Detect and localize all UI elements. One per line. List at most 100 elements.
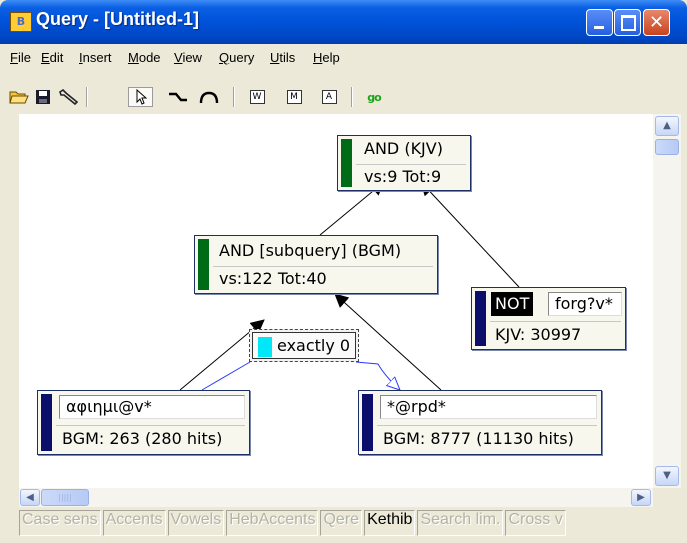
word-box-icon: W	[249, 90, 265, 104]
toolbar-separator	[233, 87, 235, 107]
not-term-field[interactable]: forg?v*	[548, 292, 622, 316]
maximize-button[interactable]	[614, 9, 641, 36]
scroll-left-button[interactable]: ◀	[20, 489, 40, 506]
menu-mode[interactable]: Mode	[128, 50, 161, 65]
vertical-scrollbar[interactable]: ▲ ▼	[653, 114, 681, 488]
menu-help[interactable]: Help	[313, 50, 340, 65]
horizontal-scrollbar[interactable]: ◀ ||||| ▶	[19, 488, 653, 507]
scroll-down-button[interactable]: ▼	[655, 466, 679, 486]
scroll-up-icon: ▲	[663, 120, 671, 131]
node-color-bar	[362, 394, 373, 451]
node-divider	[213, 266, 433, 267]
scroll-grip-icon: |||||	[58, 493, 72, 502]
status-search-limit[interactable]: Search lim.	[417, 510, 504, 536]
arc-link-icon	[199, 91, 219, 104]
word-term-field-right[interactable]: *@rpd*	[380, 395, 597, 419]
menu-view-label: iew	[182, 50, 202, 65]
node-color-bar	[41, 394, 52, 451]
node-color-bar	[475, 291, 486, 346]
arc-link-button[interactable]	[197, 87, 221, 107]
subquery-and-node[interactable]: AND [subquery] (BGM) vs:122 Tot:40	[194, 235, 438, 294]
not-word-node[interactable]: NOT forg?v* KJV: 30997	[471, 287, 626, 350]
minimize-icon	[594, 26, 604, 29]
proximity-color-swatch	[258, 337, 272, 357]
close-button[interactable]: ✕	[643, 9, 670, 36]
settings-button[interactable]	[57, 87, 81, 107]
vertical-scroll-thumb[interactable]	[655, 139, 679, 155]
root-node-stats: vs:9 Tot:9	[364, 167, 442, 186]
root-node-label: AND (KJV)	[364, 139, 443, 158]
menu-insert[interactable]: Insert	[79, 50, 112, 65]
open-button[interactable]	[8, 87, 30, 107]
maximize-icon	[621, 15, 636, 31]
horizontal-scroll-thumb[interactable]: |||||	[41, 489, 89, 506]
word-term-field-left[interactable]: αφιημι@v*	[59, 395, 245, 419]
scrollbar-corner	[653, 488, 681, 507]
status-accents[interactable]: Accents	[102, 510, 166, 536]
run-query-button[interactable]: go	[362, 87, 386, 107]
and-box-icon: A	[321, 90, 337, 104]
scroll-right-icon: ▶	[637, 492, 645, 503]
toolbar: W M A go	[0, 80, 687, 114]
status-bar: Case sens Accents Vowels HebAccents Qere Keth…	[19, 510, 687, 540]
and-node-button[interactable]: A	[318, 87, 340, 107]
pointer-arrow-icon	[136, 89, 147, 105]
status-qere[interactable]: Qere	[320, 510, 363, 536]
root-and-node[interactable]: AND (KJV) vs:9 Tot:9	[337, 135, 471, 191]
menu-help-accel: H	[313, 50, 323, 65]
save-button[interactable]	[33, 87, 53, 107]
title-bar[interactable]: B Query - [Untitled-1] ✕	[0, 0, 687, 44]
status-kethib[interactable]: Kethib	[364, 510, 416, 536]
morph-node-button[interactable]: M	[283, 87, 305, 107]
node-divider	[377, 425, 597, 426]
query-canvas[interactable]: AND (KJV) vs:9 Tot:9 AND [subquery] (BGM…	[19, 114, 653, 488]
minimize-button[interactable]	[586, 9, 613, 36]
menu-file-accel: F	[10, 50, 18, 65]
scroll-left-icon: ◀	[26, 492, 34, 503]
toolbar-separator	[351, 87, 353, 107]
menu-edit-accel: E	[41, 50, 50, 65]
not-node-stats: KJV: 30997	[495, 325, 582, 344]
word-node-button[interactable]: W	[246, 87, 268, 107]
proximity-link	[201, 361, 400, 390]
node-divider	[356, 164, 466, 165]
status-vowels[interactable]: Vowels	[167, 510, 225, 536]
menu-help-label: elp	[322, 50, 340, 65]
go-icon: go	[367, 90, 381, 104]
status-heb-accents[interactable]: HebAccents	[226, 510, 319, 536]
menu-mode-label: ode	[138, 50, 161, 65]
scroll-down-icon: ▼	[663, 470, 671, 481]
status-case-sensitive[interactable]: Case sens	[19, 510, 101, 536]
open-folder-icon	[9, 91, 29, 104]
menu-file[interactable]: File	[10, 50, 31, 65]
menu-utils-accel: U	[270, 50, 280, 65]
elbow-link-button[interactable]	[166, 87, 190, 107]
proximity-constraint[interactable]: exactly 0	[249, 329, 359, 362]
word-node-left[interactable]: αφιημι@v* BGM: 263 (280 hits)	[37, 390, 250, 455]
close-icon: ✕	[648, 12, 665, 33]
menu-file-label: ile	[17, 50, 31, 65]
menu-query-label: uery	[229, 50, 255, 65]
app-icon: B	[10, 12, 32, 32]
toolbar-separator	[86, 87, 88, 107]
window-title: Query - [Untitled-1]	[36, 9, 200, 29]
select-tool-button[interactable]	[128, 87, 153, 107]
menu-view[interactable]: View	[174, 50, 202, 65]
menu-query[interactable]: Query	[219, 50, 254, 65]
scroll-right-button[interactable]: ▶	[631, 489, 651, 506]
node-color-bar	[198, 239, 209, 290]
save-disk-icon	[36, 90, 50, 104]
status-cross-v[interactable]: Cross v	[505, 510, 566, 536]
query-window: B Query - [Untitled-1] ✕ File Edit Inser…	[0, 0, 687, 543]
menu-edit-label: dit	[49, 50, 64, 65]
proximity-inner: exactly 0	[252, 332, 356, 359]
node-divider	[56, 425, 245, 426]
word-node-right[interactable]: *@rpd* BGM: 8777 (11130 hits)	[358, 390, 602, 455]
menu-utils-label: tils	[279, 50, 296, 65]
wrench-icon	[59, 89, 79, 105]
scroll-up-button[interactable]: ▲	[655, 116, 679, 136]
subquery-node-stats: vs:122 Tot:40	[219, 269, 327, 288]
menu-utils[interactable]: Utils	[270, 50, 295, 65]
morph-box-icon: M	[286, 90, 302, 104]
menu-edit[interactable]: Edit	[41, 50, 63, 65]
